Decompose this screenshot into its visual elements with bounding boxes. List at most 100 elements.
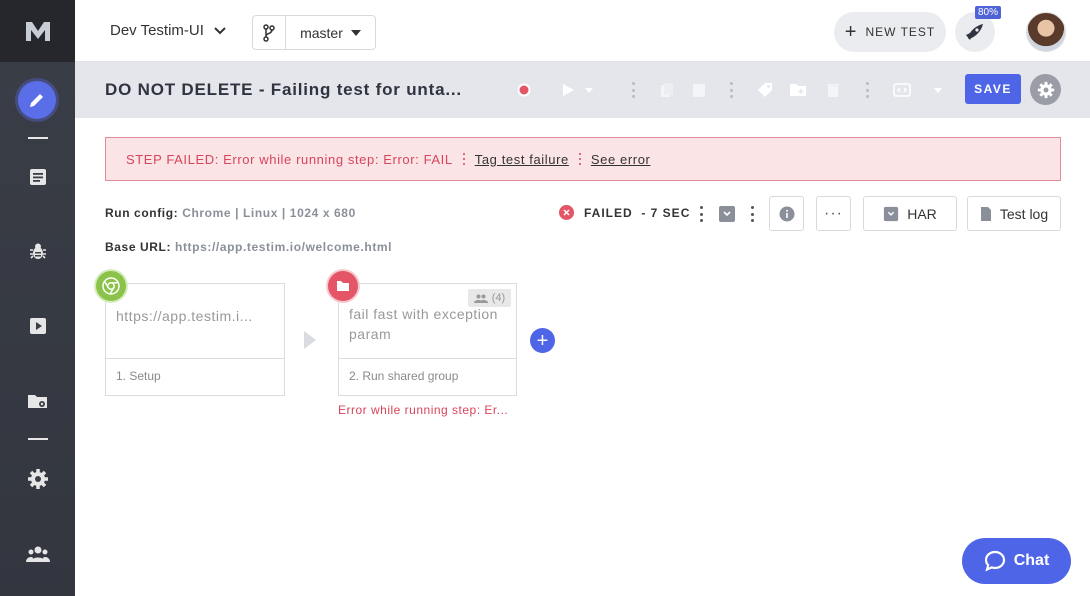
banner-separator xyxy=(578,153,581,165)
progress-badge: 80% xyxy=(975,6,1002,19)
step-footer: 1. Setup xyxy=(116,369,161,383)
toolbar-separator xyxy=(729,82,733,98)
plus-icon: + xyxy=(536,329,549,352)
info-button[interactable] xyxy=(769,196,804,231)
new-test-label: NEW TEST xyxy=(865,25,936,39)
run-config-label: Run config: xyxy=(105,206,179,220)
run-config: Run config: Chrome | Linux | 1024 x 680 xyxy=(105,206,356,220)
record-icon xyxy=(517,83,531,97)
tag-icon xyxy=(758,83,772,97)
chevron-down-icon xyxy=(214,26,226,34)
error-banner: STEP FAILED: Error while running step: E… xyxy=(105,137,1061,181)
trash-icon xyxy=(827,84,839,97)
chat-bubble-icon xyxy=(984,550,1005,572)
base-url: Base URL: https://app.testim.io/welcome.… xyxy=(105,240,392,254)
sidebar-divider xyxy=(28,438,48,440)
record-button[interactable] xyxy=(512,78,536,102)
people-icon xyxy=(473,294,488,303)
play-box-icon xyxy=(29,318,46,334)
play-icon xyxy=(563,84,574,96)
sidebar-item-bugs[interactable] xyxy=(0,232,75,272)
app-root: Dev Testim-UI master + NEW TEST 80% DO N… xyxy=(0,0,1090,596)
list-doc-icon xyxy=(29,169,46,185)
code-options-button[interactable] xyxy=(931,78,945,102)
branch-label-wrap: master xyxy=(286,16,375,49)
step-title: https://app.testim.i... xyxy=(106,284,284,359)
tag-test-failure-link[interactable]: Tag test failure xyxy=(475,152,569,167)
sidebar-item-team[interactable] xyxy=(0,534,75,574)
plus-icon: + xyxy=(844,21,858,43)
test-settings-button[interactable] xyxy=(1030,74,1061,105)
document-icon xyxy=(980,206,991,221)
play-button[interactable] xyxy=(556,78,580,102)
folder-settings-icon xyxy=(27,395,47,408)
caret-down-icon xyxy=(350,29,361,36)
run-config-value: Chrome | Linux | 1024 x 680 xyxy=(182,206,356,220)
paste-step-button[interactable] xyxy=(687,78,711,102)
see-error-link[interactable]: See error xyxy=(591,152,651,167)
pencil-icon xyxy=(30,94,43,107)
bug-icon xyxy=(29,243,46,259)
step-card-setup[interactable]: https://app.testim.i... 1. Setup xyxy=(105,283,285,396)
copy-icon xyxy=(661,83,673,97)
copy-step-button[interactable] xyxy=(655,78,679,102)
tag-button[interactable] xyxy=(753,78,777,102)
git-branch-icon xyxy=(263,23,275,42)
branch-selector[interactable]: master xyxy=(252,15,376,50)
sidebar xyxy=(0,0,75,596)
sidebar-item-runs[interactable] xyxy=(0,306,75,346)
caret-down-icon xyxy=(585,87,593,93)
test-log-button[interactable]: Test log xyxy=(967,196,1061,231)
har-label: HAR xyxy=(907,205,937,222)
chat-button[interactable]: Chat xyxy=(962,538,1071,584)
archive-icon xyxy=(719,206,735,222)
members-count: (4) xyxy=(491,292,506,304)
sidebar-item-config[interactable] xyxy=(0,381,75,421)
gear-icon xyxy=(27,469,48,489)
top-bar: Dev Testim-UI master + NEW TEST 80% xyxy=(75,0,1090,62)
rocket-icon xyxy=(966,24,983,40)
archive-button[interactable] xyxy=(718,205,736,223)
step-error-message[interactable]: Error while running step: Er... xyxy=(338,403,508,417)
archive-menu-dots[interactable] xyxy=(750,206,754,222)
save-button[interactable]: SAVE xyxy=(965,74,1021,104)
testim-logo-icon xyxy=(25,22,50,41)
branch-name: master xyxy=(300,24,343,41)
sidebar-item-settings[interactable] xyxy=(0,459,75,499)
more-icon: ··· xyxy=(824,204,843,222)
status-label: FAILED - 7 SEC xyxy=(584,205,691,220)
sidebar-item-tests[interactable] xyxy=(0,157,75,197)
base-url-value: https://app.testim.io/welcome.html xyxy=(175,240,393,254)
test-toolbar: DO NOT DELETE - Failing test for unta... xyxy=(75,62,1090,118)
project-selector[interactable]: Dev Testim-UI xyxy=(110,22,226,39)
new-test-button[interactable]: + NEW TEST xyxy=(834,12,946,52)
step-arrow xyxy=(304,331,316,349)
chrome-icon xyxy=(102,277,120,295)
project-name: Dev Testim-UI xyxy=(110,22,204,39)
har-button[interactable]: HAR xyxy=(863,196,957,231)
test-log-label: Test log xyxy=(999,205,1049,222)
step-status-success xyxy=(96,271,126,301)
group-members-chip: (4) xyxy=(468,289,511,307)
delete-step-button[interactable] xyxy=(821,78,845,102)
code-button[interactable] xyxy=(890,78,914,102)
failed-icon xyxy=(559,205,574,220)
test-title[interactable]: DO NOT DELETE - Failing test for unta... xyxy=(105,80,462,100)
logo[interactable] xyxy=(0,0,75,62)
play-options-button[interactable] xyxy=(582,78,596,102)
download-box-icon xyxy=(884,206,899,221)
user-avatar[interactable] xyxy=(1026,12,1066,52)
banner-separator xyxy=(462,153,465,165)
clipboard-icon xyxy=(693,84,705,97)
caret-down-icon xyxy=(934,87,942,93)
folder-plus-icon xyxy=(790,84,806,96)
sidebar-item-editor[interactable] xyxy=(18,81,56,119)
status-menu-dots[interactable] xyxy=(699,206,703,222)
add-step-button[interactable]: + xyxy=(530,328,555,353)
folder-icon xyxy=(337,281,349,291)
info-icon xyxy=(779,206,794,221)
more-options-button[interactable]: ··· xyxy=(816,196,851,231)
add-folder-button[interactable] xyxy=(786,78,810,102)
sidebar-divider xyxy=(28,137,48,139)
team-icon xyxy=(25,546,50,562)
